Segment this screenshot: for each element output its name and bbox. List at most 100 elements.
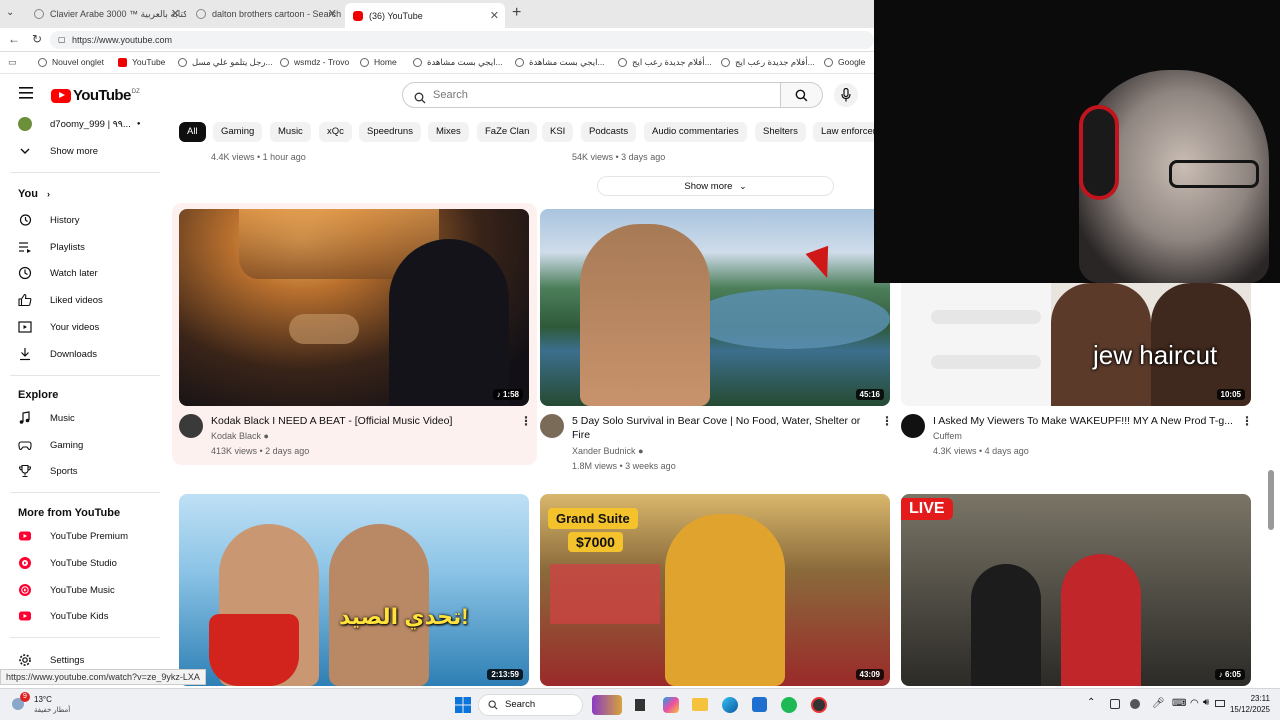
copilot-icon[interactable] xyxy=(663,697,679,713)
sidebar-item-youtube-music[interactable]: YouTube Music xyxy=(18,579,115,601)
page-scrollbar[interactable] xyxy=(1268,470,1274,530)
bookmark-item[interactable]: Nouvel onglet xyxy=(38,57,104,67)
video-title[interactable]: 5 Day Solo Survival in Bear Cove | No Fo… xyxy=(572,414,867,442)
chip-shelters[interactable]: Shelters xyxy=(755,122,806,142)
clock[interactable]: 23:11 15/12/2025 xyxy=(1228,693,1270,715)
close-tab-icon[interactable]: ✕ xyxy=(328,7,337,20)
app-icon[interactable] xyxy=(811,697,827,713)
task-view-icon[interactable] xyxy=(635,699,645,711)
url-field[interactable]: ▢ https://www.youtube.com xyxy=(50,31,874,49)
game-app-icon[interactable] xyxy=(592,695,622,715)
video-title[interactable]: I Asked My Viewers To Make WAKEUPF!!! MY… xyxy=(933,414,1233,428)
search-input[interactable]: Search xyxy=(402,82,781,108)
voice-search-button[interactable] xyxy=(834,83,858,107)
channel-avatar[interactable] xyxy=(540,414,564,438)
globe-icon xyxy=(178,58,187,67)
sidebar-item-youtube-studio[interactable]: YouTube Studio xyxy=(18,552,117,574)
more-actions-icon[interactable]: ⋮ xyxy=(520,414,532,428)
tab-dalton-search[interactable]: dalton brothers cartoon - Search ✕ xyxy=(188,3,343,25)
bookmark-item[interactable]: ايجي بست مشاهدة... xyxy=(413,57,503,68)
battery-icon[interactable] xyxy=(1215,700,1225,707)
sidebar-item-gaming[interactable]: Gaming xyxy=(18,434,83,456)
channel-avatar[interactable] xyxy=(179,414,203,438)
video-thumbnail[interactable]: LIVE ♪ 6:05 xyxy=(901,494,1251,686)
bookmark-item[interactable]: أفلام جديدة رعب ايج... xyxy=(721,57,815,68)
store-icon[interactable] xyxy=(752,697,767,712)
sidebar-item-downloads[interactable]: Downloads xyxy=(18,343,97,365)
sidebar-item-youtube-premium[interactable]: YouTube Premium xyxy=(18,525,128,547)
tab-clavier-arabe[interactable]: Clavier Arabe 3000 ™ الكتابة بالعربية ✕ xyxy=(26,3,186,25)
tab-label: dalton brothers cartoon - Search xyxy=(212,9,342,19)
tab-youtube[interactable]: (36) YouTube ✕ xyxy=(345,3,505,28)
subscription-item[interactable]: d7oomy_999 | ٩٩... ● xyxy=(18,113,140,135)
search-button[interactable] xyxy=(781,82,823,108)
bookmarks-menu-icon[interactable]: ▭ xyxy=(8,57,17,68)
video-thumbnail[interactable]: 45:16 xyxy=(540,209,890,406)
bookmark-item[interactable]: ايجي بست مشاهدة... xyxy=(515,57,605,68)
tray-chevron-up-icon[interactable]: ⌃ xyxy=(1087,697,1095,708)
chip-xqc[interactable]: xQc xyxy=(319,122,352,142)
volume-icon[interactable]: 🔊︎ xyxy=(1203,697,1209,708)
sidebar-item-settings[interactable]: Settings xyxy=(18,649,84,671)
weather-widget[interactable]: 9 13°C أمطار خفيفة xyxy=(8,692,88,718)
refresh-icon[interactable]: ↻ xyxy=(32,32,42,46)
sidebar-item-liked-videos[interactable]: Liked videos xyxy=(18,289,103,311)
chip-law-enforcement[interactable]: Law enforcer xyxy=(813,122,874,142)
bookmark-item[interactable]: Home xyxy=(360,57,397,67)
youtube-logo[interactable]: YouTube DZ xyxy=(51,87,140,104)
chip-gaming[interactable]: Gaming xyxy=(213,122,263,142)
channel-avatar[interactable] xyxy=(901,414,925,438)
sidebar-item-watch-later[interactable]: Watch later xyxy=(18,262,98,284)
sidebar-item-your-videos[interactable]: Your videos xyxy=(18,316,99,338)
show-more-button[interactable]: Show more ⌄ xyxy=(597,176,834,196)
sidebar-item-music[interactable]: Music xyxy=(18,407,75,429)
bookmark-item[interactable]: أفلام جديدة رعب ايج... xyxy=(618,57,712,68)
new-tab-icon[interactable]: + xyxy=(512,4,521,22)
chip-all[interactable]: All xyxy=(179,122,206,142)
chip-podcasts[interactable]: Podcasts xyxy=(581,122,637,142)
channel-name[interactable]: Kodak Black ● xyxy=(211,431,269,441)
bookmark-item[interactable]: YouTube xyxy=(118,57,165,67)
bookmark-item[interactable]: Google xyxy=(824,57,865,67)
channel-name[interactable]: Cuffem xyxy=(933,431,962,441)
spotify-icon[interactable] xyxy=(781,697,797,713)
channel-name[interactable]: Xander Budnick ● xyxy=(572,446,644,456)
taskbar-search[interactable]: Search xyxy=(478,694,583,716)
back-icon[interactable]: ← xyxy=(8,32,20,46)
video-thumbnail[interactable]: ♪ 1:58 xyxy=(179,209,529,406)
file-explorer-icon[interactable] xyxy=(692,698,708,711)
microphone-tray-icon[interactable]: 🎤︎ xyxy=(1152,698,1165,709)
bookmark-item[interactable]: رجل يتلمو علي مسل... xyxy=(178,57,273,68)
menu-hamburger-icon[interactable] xyxy=(19,87,33,99)
chip-music[interactable]: Music xyxy=(270,122,311,142)
sidebar-item-youtube-kids[interactable]: YouTube Kids xyxy=(18,605,108,627)
video-title[interactable]: Kodak Black I NEED A BEAT - [Official Mu… xyxy=(211,414,511,428)
edge-browser-icon[interactable] xyxy=(722,697,738,713)
bookmark-item[interactable]: wsmdz - Trovo xyxy=(280,57,349,67)
chip-audio-commentaries[interactable]: Audio commentaries xyxy=(644,122,747,142)
chip-speedruns[interactable]: Speedruns xyxy=(359,122,421,142)
video-thumbnail[interactable]: تحدي الصيد! 2:13:59 xyxy=(179,494,529,686)
sidebar-item-sports[interactable]: Sports xyxy=(18,460,77,482)
chip-faze-clan[interactable]: FaZe Clan xyxy=(477,122,538,142)
you-section-heading[interactable]: You › xyxy=(18,188,50,200)
notification-badge: 9 xyxy=(20,692,30,702)
more-actions-icon[interactable]: ⋮ xyxy=(1241,414,1253,428)
close-tab-icon[interactable]: ✕ xyxy=(171,7,180,20)
tray-icon[interactable] xyxy=(1110,699,1120,709)
chip-ksi[interactable]: KSI xyxy=(542,122,574,142)
trophy-icon xyxy=(18,464,32,478)
tray-icon[interactable] xyxy=(1130,699,1140,709)
chip-mixes[interactable]: Mixes xyxy=(428,122,469,142)
tab-actions-icon[interactable]: ⌄ xyxy=(6,7,20,21)
tray-icon[interactable]: ⌨︎ xyxy=(1172,698,1186,709)
sidebar-item-history[interactable]: History xyxy=(18,209,80,231)
sidebar-item-playlists[interactable]: Playlists xyxy=(18,236,85,258)
video-thumbnail[interactable]: Grand Suite $7000 43:09 xyxy=(540,494,890,686)
start-button[interactable] xyxy=(455,697,471,713)
taskbar-search-label: Search xyxy=(505,699,536,710)
wifi-icon[interactable]: ◠ xyxy=(1190,698,1199,709)
more-actions-icon[interactable]: ⋮ xyxy=(881,414,893,428)
close-tab-icon[interactable]: ✕ xyxy=(490,9,499,22)
show-more-subscriptions[interactable]: Show more xyxy=(18,140,98,162)
